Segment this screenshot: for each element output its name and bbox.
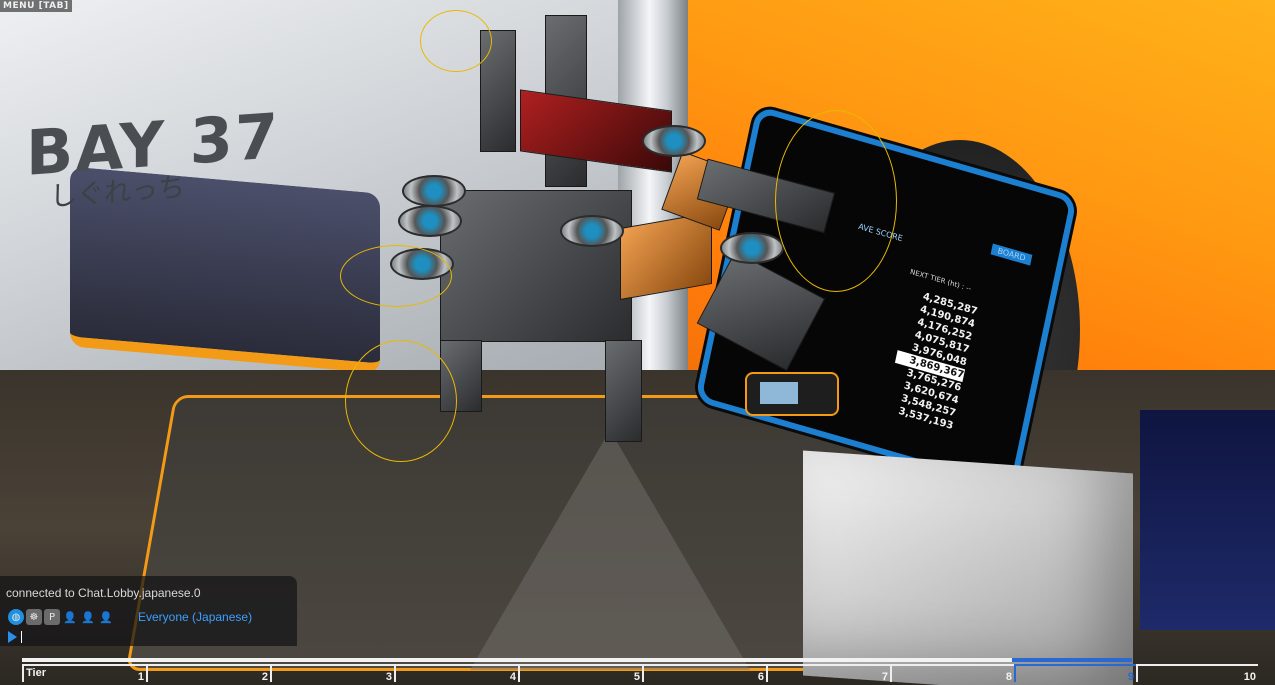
thruster-icon — [398, 205, 462, 237]
tier-progress — [22, 658, 1132, 662]
party2-icon[interactable]: 👤 — [80, 609, 96, 625]
chat-input[interactable] — [8, 630, 22, 644]
tier-segment-5[interactable]: 5 — [518, 664, 642, 683]
rotor-ring — [345, 340, 457, 462]
tier-number: 3 — [385, 671, 392, 683]
thruster-icon — [560, 215, 624, 247]
tier-number: 10 — [1243, 671, 1256, 683]
chat-connection-status: connected to Chat.Lobby.japanese.0 — [6, 586, 201, 600]
text-caret — [21, 631, 22, 643]
robot-arm-orange — [620, 211, 712, 301]
chat-panel: connected to Chat.Lobby.japanese.0 ◍ ☸ P… — [0, 576, 297, 646]
party1-icon[interactable]: 👤 — [62, 609, 78, 625]
tier-segment-9[interactable]: 9 — [1014, 664, 1136, 683]
rotor-ring — [420, 10, 492, 72]
robot-leg-right — [605, 340, 642, 442]
menu-button[interactable]: MENU [TAB] — [0, 0, 72, 12]
leaderboard-scores: 4,285,287 4,190,874 4,176,252 4,075,817 … — [884, 286, 978, 433]
tier-number: 4 — [509, 671, 516, 683]
tier-segment-8[interactable]: 8 — [890, 664, 1014, 683]
player-robot[interactable] — [340, 10, 897, 462]
rotor-ring — [775, 110, 897, 292]
tier-segment-7[interactable]: 7 — [766, 664, 890, 683]
tier-number: 1 — [137, 671, 144, 683]
faction-icon[interactable]: ☸ — [26, 609, 42, 625]
tier-segment-3[interactable]: 3 — [270, 664, 394, 683]
tier-segment-6[interactable]: 6 — [642, 664, 766, 683]
space-window — [1140, 410, 1275, 630]
party3-icon[interactable]: 👤 — [98, 609, 114, 625]
leaderboard-header: BOARD — [990, 243, 1033, 266]
robot-body — [440, 190, 632, 342]
rotor-ring — [340, 245, 452, 307]
tier-bar: Tier 1 2 3 4 5 6 7 8 9 10 — [22, 658, 1258, 685]
tier-number: 9 — [1127, 671, 1134, 683]
tier-segment-2[interactable]: 2 — [146, 664, 270, 683]
tier-number: 8 — [1005, 671, 1012, 683]
chat-channel-name[interactable]: Everyone (Japanese) — [138, 610, 252, 624]
chat-channel-icons: ◍ ☸ P 👤 👤 👤 — [8, 609, 114, 625]
send-icon[interactable] — [8, 631, 17, 643]
tier-segment-10[interactable]: 10 — [1136, 664, 1258, 683]
thruster-icon — [642, 125, 706, 157]
p-icon[interactable]: P — [44, 609, 60, 625]
tier-number: 7 — [881, 671, 888, 683]
thruster-icon — [720, 232, 784, 264]
tier-number: 6 — [757, 671, 764, 683]
tier-segment-1[interactable]: 1 — [22, 664, 146, 683]
tier-progress-active — [1012, 658, 1132, 662]
tier-segment-4[interactable]: 4 — [394, 664, 518, 683]
tier-number: 5 — [633, 671, 640, 683]
tier-number: 2 — [261, 671, 268, 683]
floor-logo — [470, 430, 750, 670]
display-cube — [803, 450, 1133, 685]
thruster-icon — [402, 175, 466, 207]
globe-icon[interactable]: ◍ — [8, 609, 24, 625]
